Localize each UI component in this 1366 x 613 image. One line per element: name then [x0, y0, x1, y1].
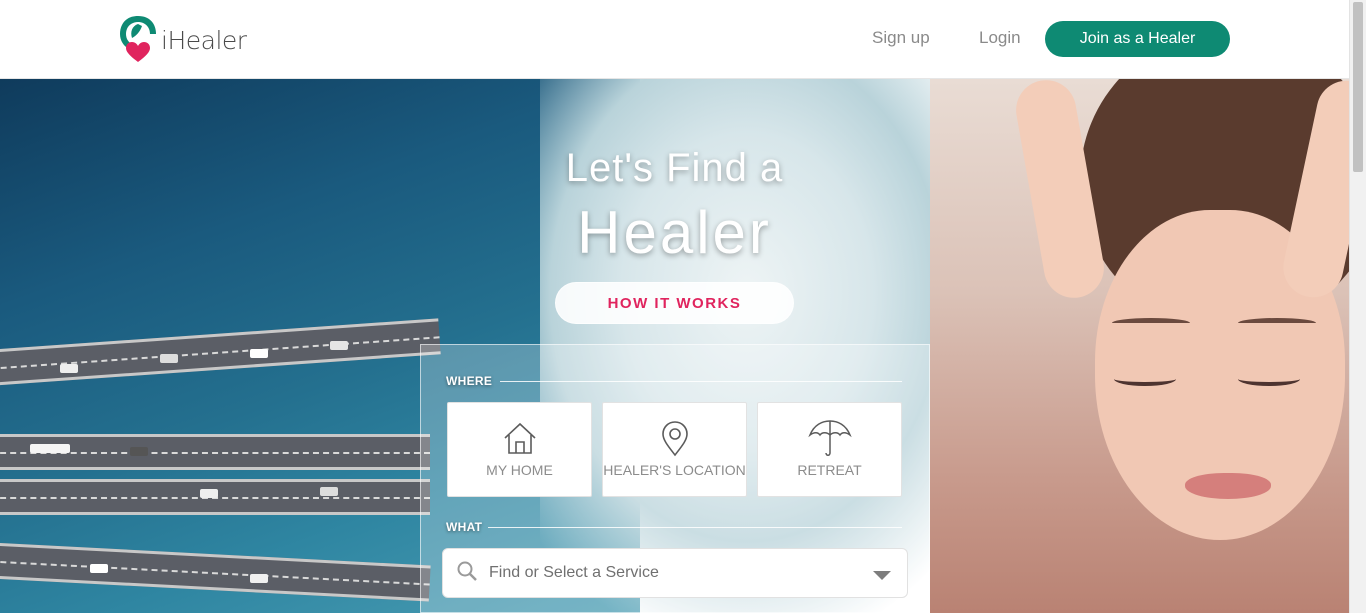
lips-illustration — [1185, 473, 1271, 499]
car — [250, 349, 268, 358]
where-divider — [500, 381, 902, 382]
how-it-works-button[interactable]: HOW IT WORKS — [555, 282, 794, 324]
closed-eye-left — [1114, 372, 1176, 386]
where-label: WHERE — [446, 374, 493, 388]
eyebrow-right — [1238, 318, 1316, 328]
car — [130, 447, 148, 456]
chevron-down-icon[interactable] — [873, 571, 891, 580]
option-my-home[interactable]: MY HOME — [447, 402, 592, 497]
car — [330, 341, 348, 350]
umbrella-icon — [807, 420, 852, 456]
location-pin-icon — [661, 421, 688, 457]
option-retreat[interactable]: RETREAT — [757, 402, 902, 497]
car — [160, 354, 178, 363]
signup-link[interactable]: Sign up — [872, 28, 930, 48]
car — [200, 489, 218, 498]
site-header: iHealer Sign up Login Join as a Healer — [0, 0, 1349, 79]
car — [250, 574, 268, 583]
brand-logo[interactable]: iHealer — [118, 14, 247, 66]
service-placeholder: Find or Select a Service — [489, 564, 659, 581]
eyebrow-left — [1112, 318, 1190, 328]
service-select[interactable]: Find or Select a Service — [442, 548, 908, 598]
car — [60, 364, 78, 373]
option-label: HEALER'S LOCATION — [603, 462, 746, 478]
login-link[interactable]: Login — [979, 28, 1021, 48]
option-label: RETREAT — [797, 462, 862, 478]
car — [30, 444, 70, 453]
closed-eye-right — [1238, 372, 1300, 386]
join-as-healer-button[interactable]: Join as a Healer — [1045, 21, 1230, 57]
search-icon — [457, 561, 477, 586]
logo-mark-icon — [118, 14, 158, 66]
headline-line-2: Healer — [577, 199, 772, 266]
option-label: MY HOME — [486, 462, 553, 478]
what-divider — [488, 527, 902, 528]
car — [320, 487, 338, 496]
scrollbar-thumb[interactable] — [1353, 2, 1363, 172]
page-scrollbar[interactable] — [1349, 0, 1366, 613]
headline-line-1: Let's Find a — [565, 146, 784, 190]
what-label: WHAT — [446, 520, 483, 534]
option-healers-location[interactable]: HEALER'S LOCATION — [602, 402, 747, 497]
car — [90, 564, 108, 573]
home-icon — [503, 422, 536, 454]
brand-name: iHealer — [161, 25, 247, 55]
